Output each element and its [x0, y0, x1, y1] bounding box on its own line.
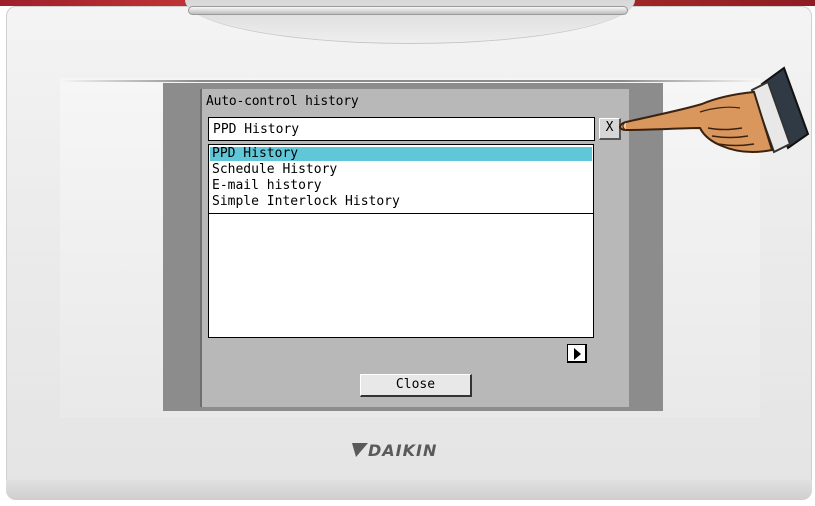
- device-bottom-band: [6, 480, 812, 500]
- dropdown-option-schedule-history[interactable]: Schedule History: [210, 163, 592, 177]
- combo-selected-value: PPD History: [213, 122, 300, 137]
- daikin-triangle-icon: [352, 443, 368, 457]
- pointing-hand-icon: [619, 66, 810, 154]
- brand-logo: DAIKIN: [352, 440, 472, 462]
- dropdown-option-ppd-history[interactable]: PPD History: [210, 147, 592, 161]
- triangle-right-icon: [574, 348, 581, 360]
- stylus-slot: [188, 6, 628, 15]
- dropdown-option-email-history[interactable]: E-mail history: [210, 179, 592, 193]
- history-list-panel[interactable]: [208, 214, 594, 338]
- dialog-title: Auto-control history: [206, 94, 359, 109]
- history-type-combo[interactable]: PPD History: [208, 117, 595, 141]
- brand-name: DAIKIN: [368, 441, 438, 460]
- dropdown-option-simple-interlock-history[interactable]: Simple Interlock History: [210, 195, 592, 209]
- scroll-right-button[interactable]: [567, 344, 587, 363]
- history-type-dropdown: PPD History Schedule History E-mail hist…: [208, 144, 594, 214]
- close-button[interactable]: Close: [360, 374, 472, 397]
